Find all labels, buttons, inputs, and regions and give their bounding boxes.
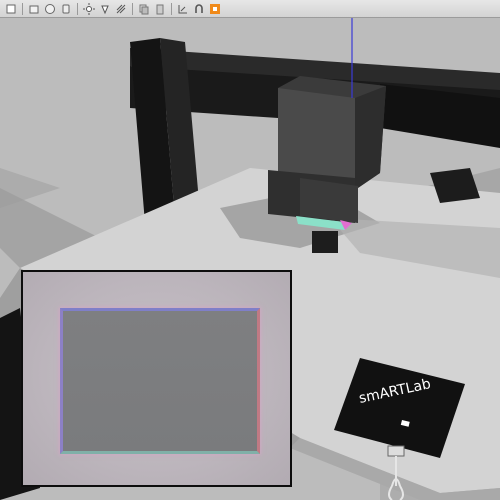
simulator-window: smARTLab: [0, 0, 500, 500]
copy-icon[interactable]: [137, 2, 151, 16]
select-icon[interactable]: [4, 2, 18, 16]
cylinder-icon[interactable]: [59, 2, 73, 16]
directional-light-icon[interactable]: [114, 2, 128, 16]
sun-light-icon[interactable]: [82, 2, 96, 16]
3d-viewport[interactable]: smARTLab: [0, 18, 500, 500]
magnet-icon[interactable]: [192, 2, 206, 16]
paste-icon[interactable]: [153, 2, 167, 16]
box-icon[interactable]: [27, 2, 41, 16]
toolbar-separator: [132, 2, 133, 15]
camera-plate-view: [60, 308, 260, 454]
toolbar: [0, 0, 500, 18]
camera-preview: [21, 270, 292, 487]
spot-light-icon[interactable]: [98, 2, 112, 16]
sphere-icon[interactable]: [43, 2, 57, 16]
align-icon[interactable]: [176, 2, 190, 16]
toolbar-separator: [171, 2, 172, 15]
toolbar-separator: [22, 2, 23, 15]
toolbar-separator: [77, 2, 78, 15]
record-icon[interactable]: [208, 2, 222, 16]
